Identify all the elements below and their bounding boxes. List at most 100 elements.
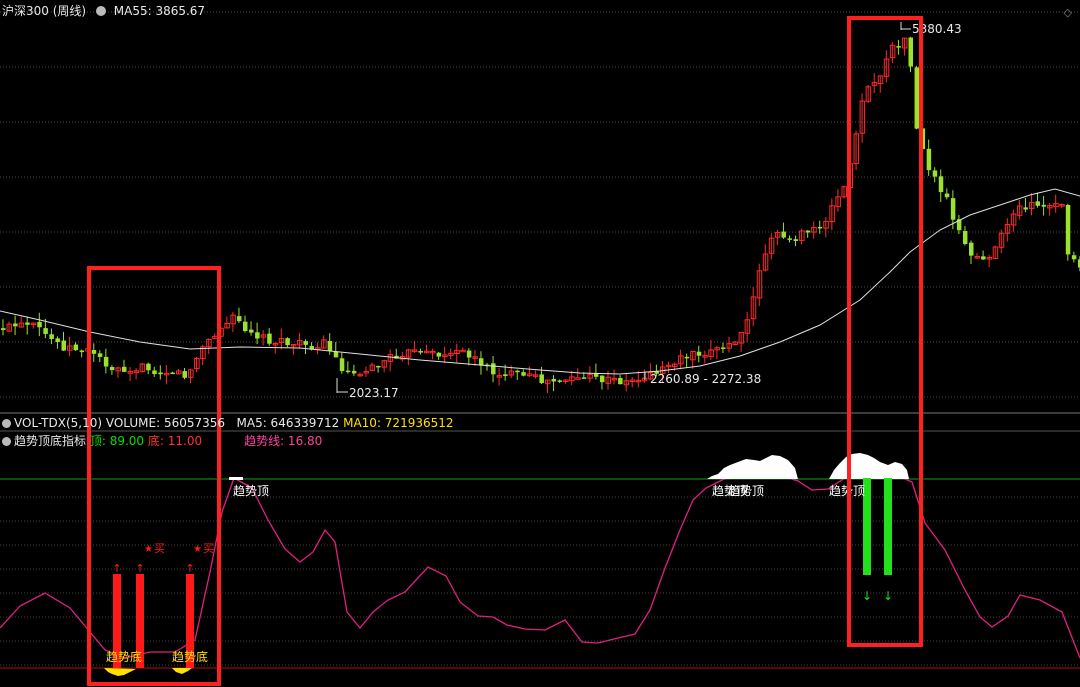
candle-body: [285, 338, 290, 346]
candle-body: [1035, 201, 1041, 206]
stock-chart-window: 5380.43 2023.17 2260.89 - 2272.38 ↑ ↑ ↑ ★ 买 ★ 买 ↓ ↓…: [0, 0, 1080, 687]
candle-body: [79, 350, 85, 353]
candle-body: [61, 340, 66, 351]
candle-body: [243, 321, 248, 332]
candle-body: [962, 231, 968, 244]
indicator-bottom-value: 底: 11.00: [147, 434, 203, 448]
candle-body: [817, 226, 823, 229]
candle-body: [491, 363, 496, 375]
candle-body: [539, 374, 544, 384]
top-signal-area: [229, 477, 243, 480]
candle-body: [696, 351, 702, 356]
candle-body: [1041, 204, 1047, 207]
indicator-top-value: 顶: 89.00: [89, 434, 145, 448]
candle-body: [1065, 204, 1071, 255]
candle-body: [787, 238, 792, 240]
candle-body: [122, 366, 127, 372]
volume-indicator-name: VOL-TDX(5,10): [14, 416, 103, 430]
buy-arrow-icon: ↑: [185, 562, 194, 575]
candle-body: [418, 351, 423, 353]
candle-body: [914, 67, 920, 129]
top-signal-area: [829, 453, 909, 479]
candle-body: [926, 148, 932, 171]
candle-body: [376, 365, 381, 368]
volume-ma10: MA10: 721936512: [343, 416, 454, 430]
bottom-signal-area: [104, 668, 136, 676]
candle-body: [49, 334, 54, 340]
candle-body: [981, 256, 986, 260]
candle-body: [557, 380, 563, 382]
candle-body: [581, 377, 587, 379]
buy-star-icon: ★: [144, 544, 153, 555]
candle-body: [684, 356, 690, 359]
candle-body: [618, 377, 623, 385]
candle-body: [944, 193, 950, 198]
index-title: 沪深300 (周线): [2, 4, 87, 18]
chart-canvas[interactable]: 5380.432023.172260.89 - 2272.38↑ ↑ ↑★ 买 ★ 买↓ ↓…: [0, 0, 1080, 687]
candle-body: [267, 333, 272, 344]
candle-body: [255, 332, 260, 339]
sell-signal-bar: [884, 478, 892, 575]
range-label: 2260.89 - 2272.38: [650, 372, 761, 386]
candle-body: [599, 375, 605, 383]
indicator-trend-value: 趋势线: 16.80: [244, 434, 323, 448]
indicator-panel-header: 趋势顶底指标 顶: 89.00 底: 11.00 趋势线: 16.80: [2, 434, 322, 448]
candle-body: [969, 242, 974, 256]
candle-body: [249, 329, 254, 333]
candle-body: [896, 46, 901, 48]
candle-body: [43, 328, 48, 334]
indicator-name: 趋势顶底指标: [14, 434, 87, 448]
ma55-value: MA55: 3865.67: [113, 4, 206, 18]
candle-body: [938, 176, 944, 193]
ma55-line: [0, 188, 1080, 375]
candle-body: [152, 370, 157, 375]
candle-body: [146, 363, 151, 371]
candle-body: [1071, 255, 1077, 260]
candle-body: [1023, 207, 1028, 210]
low-price-label: 2023.17: [349, 386, 399, 400]
candle-body: [55, 338, 60, 343]
candle-body: [73, 344, 79, 351]
candle-body: [793, 239, 799, 241]
candle-body: [466, 350, 472, 358]
candle-body: [781, 231, 786, 238]
trend-top-label: 趋势顶: [728, 484, 764, 498]
sell-arrow-icon: ↓: [883, 589, 893, 603]
candle-body: [593, 373, 599, 377]
candle-body: [805, 230, 811, 233]
candle-body: [521, 372, 526, 376]
candle-body: [503, 374, 508, 377]
candle-body: [720, 347, 726, 349]
buy-arrow-icon: ↑: [112, 562, 121, 575]
candle-body: [351, 370, 357, 374]
trend-bottom-label: 趋势底: [172, 649, 208, 664]
candle-body: [13, 323, 18, 327]
buy-label: 买: [203, 542, 214, 555]
candle-body: [339, 358, 345, 372]
candle-body: [37, 321, 42, 328]
candle-body: [932, 170, 938, 177]
trend-top-label: 趋势顶: [233, 484, 269, 498]
settings-icon[interactable]: [95, 6, 106, 16]
diamond-icon[interactable]: ◇: [1064, 6, 1072, 19]
candle-body: [97, 353, 103, 357]
candle-body: [1, 328, 6, 331]
trend-line: [0, 471, 1080, 659]
candle-body: [158, 372, 163, 375]
candle-body: [91, 350, 97, 354]
candle-body: [327, 341, 333, 351]
trend-bottom-label: 趋势底: [106, 649, 142, 664]
candle-body: [908, 37, 913, 67]
buy-arrow-icon: ↑: [135, 562, 144, 575]
volume-ma5: MA5: 646339712: [236, 416, 340, 430]
settings-icon[interactable]: [2, 437, 11, 446]
candle-body: [303, 341, 308, 345]
candle-body: [170, 372, 175, 375]
volume-panel-header: VOL-TDX(5,10) VOLUME: 56057356 MA5: 6463…: [2, 416, 454, 430]
candle-body: [345, 370, 351, 373]
candle-body: [182, 371, 187, 378]
candle-body: [950, 198, 956, 220]
buy-star-icon: ★: [193, 544, 202, 555]
candle-body: [103, 356, 109, 367]
settings-icon[interactable]: [2, 419, 11, 428]
